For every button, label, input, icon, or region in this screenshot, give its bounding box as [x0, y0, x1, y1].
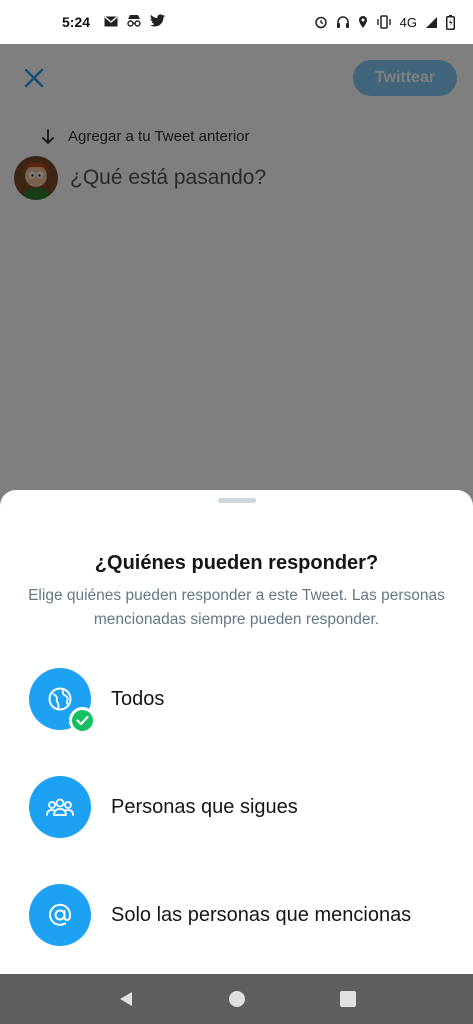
option-icon-circle	[29, 884, 91, 946]
option-everyone[interactable]: Todos	[0, 654, 473, 744]
option-icon-circle	[29, 776, 91, 838]
alarm-icon	[314, 15, 328, 29]
at-icon	[49, 903, 72, 926]
sheet-title: ¿Quiénes pueden responder?	[94, 552, 379, 574]
status-time: 5:24	[62, 14, 91, 30]
check-icon	[76, 715, 89, 726]
location-icon	[358, 15, 368, 29]
gmail-icon	[104, 14, 118, 30]
back-triangle-icon	[119, 992, 132, 1006]
nav-home-button[interactable]	[217, 979, 257, 1019]
recents-square-icon	[339, 991, 356, 1007]
nav-back-button[interactable]	[106, 979, 146, 1019]
selected-check-badge	[69, 707, 96, 734]
option-label: Solo las personas que mencionas	[111, 903, 412, 926]
globe-icon	[48, 687, 72, 711]
home-circle-icon	[228, 991, 245, 1007]
system-nav-bar	[0, 974, 473, 1024]
twitter-icon	[150, 14, 166, 30]
sheet-description: Elige quiénes pueden responder a este Tw…	[28, 587, 445, 628]
battery-icon	[446, 14, 455, 30]
people-icon	[46, 798, 74, 816]
status-bar: 5:24 4G	[0, 0, 473, 44]
nav-recents-button[interactable]	[328, 979, 368, 1019]
option-people-you-follow[interactable]: Personas que sigues	[0, 762, 473, 852]
sheet-grabber[interactable]	[218, 498, 256, 503]
vibrate-icon	[376, 15, 392, 29]
option-label: Personas que sigues	[111, 795, 298, 818]
option-label: Todos	[111, 687, 165, 710]
reply-settings-sheet: ¿Quiénes pueden responder? Elige quiénes…	[0, 490, 473, 974]
headset-icon	[336, 15, 350, 29]
signal-icon	[425, 16, 438, 29]
option-only-mentioned[interactable]: Solo las personas que mencionas	[0, 870, 473, 960]
incognito-icon	[126, 14, 142, 30]
network-type: 4G	[399, 14, 417, 30]
